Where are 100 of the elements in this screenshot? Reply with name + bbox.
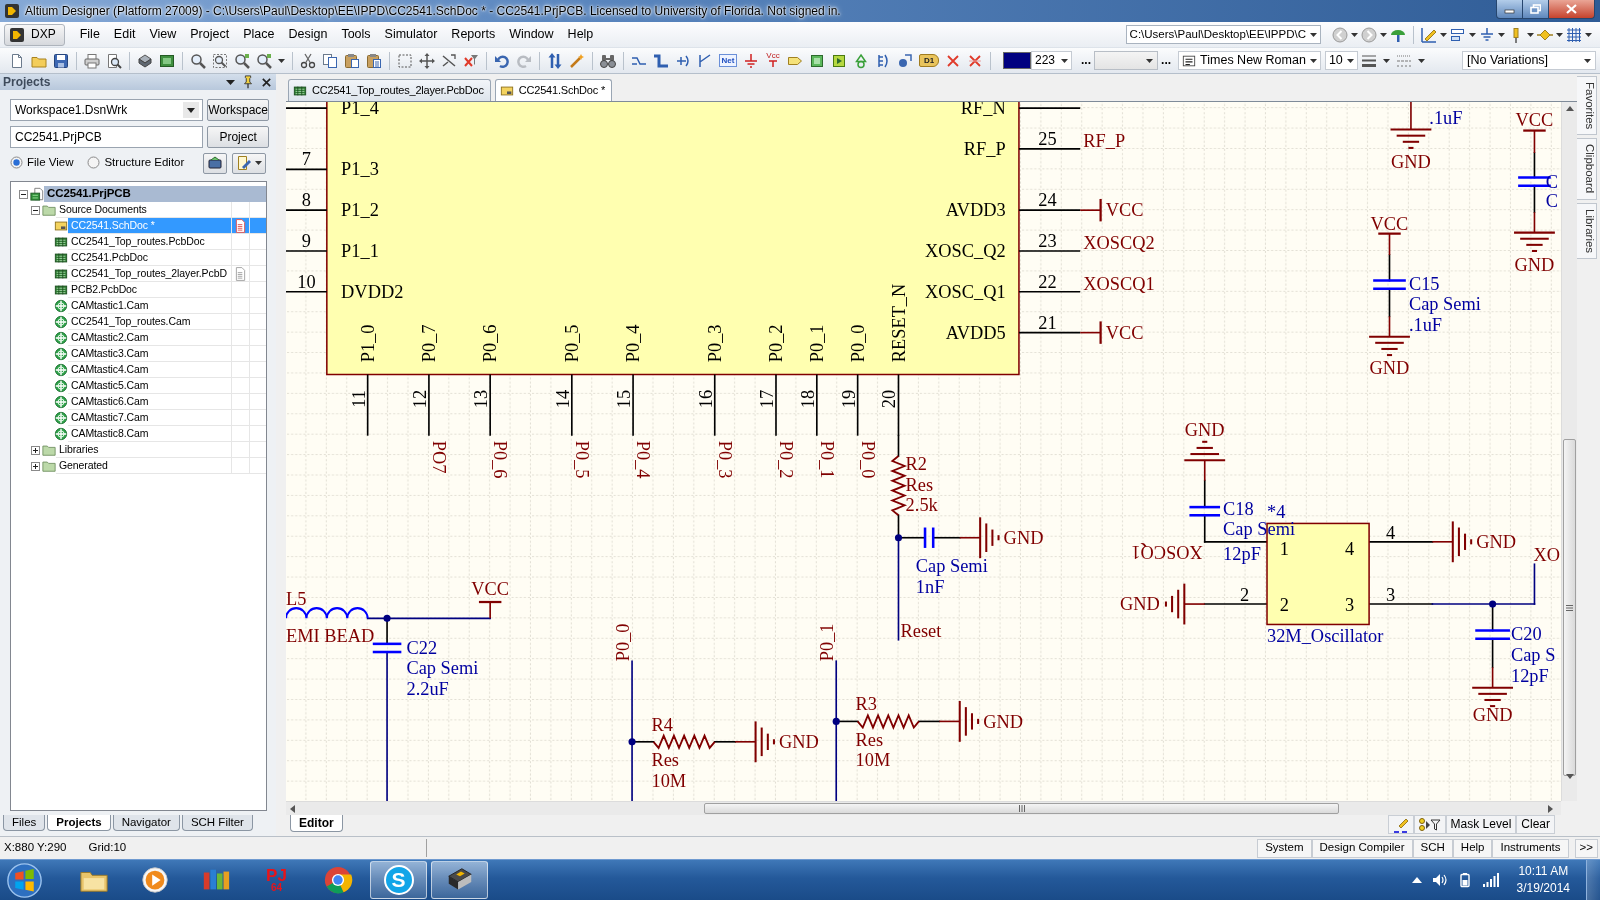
expand-toggle-icon[interactable] xyxy=(31,461,40,471)
radio-option[interactable]: Structure Editor xyxy=(87,156,185,170)
status-panel-button[interactable]: SCH xyxy=(1412,838,1453,858)
tree-item[interactable]: CC2541_Top_routes_2layer.PcbD xyxy=(68,266,266,282)
up-down-arrows-icon[interactable] xyxy=(547,52,563,69)
zoom-area-icon[interactable] xyxy=(212,52,228,69)
document-tab[interactable]: CC2541.SchDoc * xyxy=(494,79,613,101)
scroll-thumb[interactable] xyxy=(1563,439,1576,776)
tree-item[interactable]: CAMtastic7.Cam xyxy=(68,410,266,426)
caret-icon[interactable] xyxy=(1556,32,1563,37)
panel-tab[interactable]: Navigator xyxy=(112,815,180,831)
panel-menu-icon[interactable] xyxy=(226,79,235,85)
project-field[interactable]: CC2541.PrjPCB xyxy=(10,126,204,148)
dxp-menu-button[interactable]: DXP xyxy=(4,23,65,46)
pin-icon[interactable] xyxy=(241,75,255,89)
block-icon[interactable] xyxy=(137,52,153,69)
tree-item[interactable]: CAMtastic6.Cam xyxy=(68,394,266,410)
zoom-fit-icon[interactable] xyxy=(190,52,206,69)
tree-item[interactable]: CAMtastic1.Cam xyxy=(68,298,266,314)
caret-icon[interactable] xyxy=(1146,58,1154,63)
restore-button[interactable] xyxy=(1523,0,1549,19)
close-button[interactable] xyxy=(1549,0,1595,19)
tree-item[interactable]: CAMtastic2.Cam xyxy=(68,330,266,346)
status-panel-button[interactable]: System xyxy=(1257,838,1312,858)
zoom-selection-icon[interactable] xyxy=(234,52,250,69)
move-cross-icon[interactable] xyxy=(419,52,435,69)
bus-entry-icon[interactable] xyxy=(697,52,713,69)
side-panel-tab[interactable]: Clipboard xyxy=(1577,138,1597,200)
tree-item[interactable]: CC2541.PcbDoc xyxy=(68,250,266,266)
net-label-button[interactable]: Net xyxy=(719,54,737,67)
menu-item[interactable]: Window xyxy=(502,27,561,42)
menu-item[interactable]: Design xyxy=(281,27,335,42)
workspace-button[interactable]: Workspace xyxy=(207,99,269,121)
signal-bars-icon[interactable] xyxy=(1481,873,1499,887)
radio-option[interactable]: File View xyxy=(10,156,74,170)
tree-item[interactable]: CAMtastic3.Cam xyxy=(68,346,266,362)
color-swatch[interactable] xyxy=(1003,52,1031,69)
mask-level-button[interactable]: Mask Level xyxy=(1445,815,1517,834)
print-preview-icon[interactable] xyxy=(106,52,122,69)
tree-item[interactable]: Generated xyxy=(56,458,266,474)
mask-filter-button[interactable] xyxy=(1413,815,1446,834)
tree-item[interactable]: CAMtastic5.Cam xyxy=(68,378,266,394)
panel-tab[interactable]: Files xyxy=(3,815,46,831)
font-combo[interactable]: Times New Roman xyxy=(1178,51,1321,70)
bus-icon[interactable] xyxy=(653,52,669,69)
status-panel-button[interactable]: Help xyxy=(1452,838,1493,858)
tree-item[interactable]: CAMtastic8.Cam xyxy=(68,426,266,442)
clear-button[interactable]: Clear xyxy=(1516,815,1555,834)
menu-item[interactable]: View xyxy=(142,27,184,42)
down-arrow-icon[interactable] xyxy=(1566,774,1574,779)
menu-item[interactable]: Tools xyxy=(334,27,378,42)
status-panel-button[interactable]: >> xyxy=(1574,838,1598,858)
side-panel-tab[interactable]: Favorites xyxy=(1577,76,1597,136)
document-tab[interactable]: CC2541_Top_routes_2layer.PcbDoc xyxy=(288,79,491,101)
expand-toggle-icon[interactable] xyxy=(31,205,40,215)
caret-icon[interactable] xyxy=(1469,32,1476,37)
line-weight-icon[interactable] xyxy=(1360,52,1377,69)
workspace-combo[interactable]: Workspace1.DsnWrk xyxy=(10,99,204,121)
power-port-button[interactable]: Vcc xyxy=(765,52,781,69)
color-index-combo[interactable]: 223 xyxy=(1031,51,1073,70)
printer-icon[interactable] xyxy=(84,52,100,69)
menu-item[interactable]: File xyxy=(72,27,107,42)
device-sheet-icon[interactable] xyxy=(831,52,847,69)
menu-item[interactable]: Simulator xyxy=(377,27,445,42)
speaker-icon[interactable] xyxy=(1431,872,1448,888)
caret-icon[interactable] xyxy=(1346,58,1354,63)
status-panel-button[interactable]: Design Compiler xyxy=(1311,838,1413,858)
project-button[interactable]: Project xyxy=(207,126,269,148)
up-arrow-icon[interactable] xyxy=(1566,106,1574,111)
binoculars-icon[interactable] xyxy=(600,52,616,69)
caret-icon[interactable] xyxy=(1498,32,1505,37)
caret-icon[interactable] xyxy=(1584,58,1591,63)
ruler-pencil-icon[interactable] xyxy=(1421,26,1437,43)
compile-mask-icon[interactable] xyxy=(967,52,983,69)
copy-icon[interactable] xyxy=(322,52,338,69)
harness-entry-icon[interactable] xyxy=(897,52,913,69)
brush-button[interactable] xyxy=(1387,815,1414,834)
menu-item[interactable]: Edit xyxy=(106,27,143,42)
sheet-symbol-icon[interactable] xyxy=(809,52,825,69)
tree-item[interactable]: CC2541.PrjPCB xyxy=(44,186,266,202)
paste-special-icon[interactable] xyxy=(366,52,382,69)
sheet-entry-icon[interactable] xyxy=(875,52,891,69)
tree-item[interactable]: CC2541_Top_routes.PcbDoc xyxy=(68,234,266,250)
new-document-icon[interactable] xyxy=(9,52,25,69)
left-arrow-icon[interactable] xyxy=(290,805,295,813)
scroll-thumb[interactable] xyxy=(704,803,1339,814)
clear-filter-icon[interactable] xyxy=(463,52,479,69)
right-arrow-icon[interactable] xyxy=(1548,805,1553,813)
point-combo[interactable]: 10 xyxy=(1324,51,1358,70)
caret-icon[interactable] xyxy=(1061,58,1069,63)
taskbar-button[interactable] xyxy=(431,861,488,899)
ground-icon[interactable] xyxy=(1479,26,1495,43)
tree-item[interactable]: PCB2.PcbDoc xyxy=(68,282,266,298)
path-combo[interactable]: C:\Users\Paul\Desktop\EE\IPPD\C xyxy=(1125,25,1321,44)
caret-icon[interactable] xyxy=(1585,32,1592,37)
caret-icon[interactable] xyxy=(278,58,285,63)
panel-tab[interactable]: Projects xyxy=(47,815,111,831)
tree-item[interactable]: CAMtastic4.Cam xyxy=(68,362,266,378)
more-button[interactable]: ... xyxy=(1078,53,1095,68)
side-panel-tab[interactable]: Libraries xyxy=(1577,202,1597,259)
